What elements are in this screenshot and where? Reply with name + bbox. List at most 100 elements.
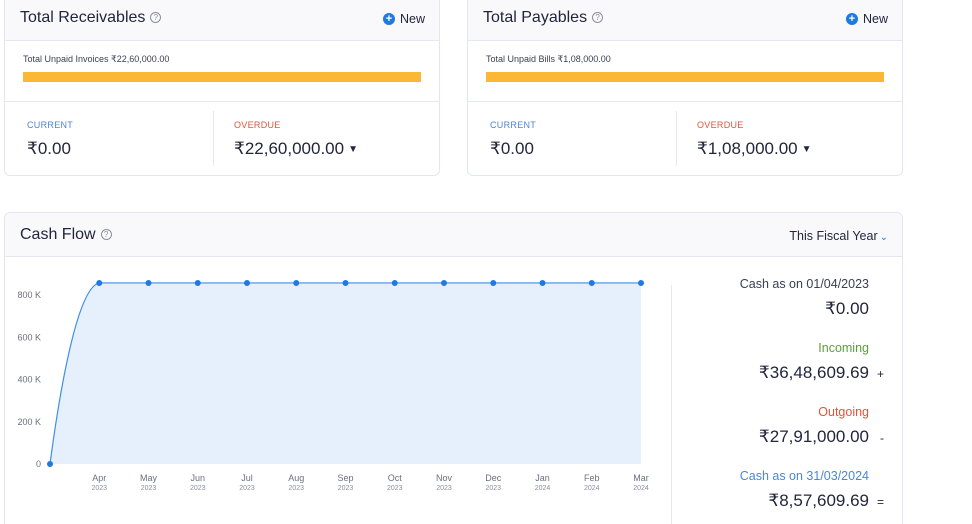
cashflow-card: Cash Flow? This Fiscal Year ⌄ 0 200 K 400 K…	[4, 212, 903, 524]
divider	[5, 101, 439, 102]
help-icon[interactable]: ?	[100, 229, 112, 240]
data-point[interactable]	[490, 279, 497, 286]
payables-title: Total Payables	[483, 9, 588, 26]
x-tick-label: Feb	[584, 473, 600, 483]
caret-down-icon[interactable]: ▼	[348, 144, 358, 155]
chevron-down-icon[interactable]: ⌄	[880, 232, 888, 243]
help-icon[interactable]: ?	[592, 12, 604, 23]
x-tick-year: 2023	[91, 485, 107, 492]
receivables-progress-fill	[23, 72, 421, 82]
data-point[interactable]	[293, 279, 300, 286]
x-tick-label: May	[140, 473, 158, 483]
incoming-label: Incoming	[818, 341, 869, 355]
new-bill-button[interactable]: + New	[845, 12, 888, 26]
opening-balance-value: ₹0.00	[825, 299, 869, 318]
x-tick-year: 2023	[141, 485, 157, 492]
outgoing-label: Outgoing	[818, 405, 869, 419]
closing-balance-label: Cash as on 31/03/2024	[739, 469, 869, 483]
divider	[468, 101, 902, 102]
caret-down-icon[interactable]: ▼	[802, 144, 812, 155]
new-bill-label: New	[862, 12, 888, 26]
minus-sign: -	[880, 431, 884, 445]
cashflow-area	[50, 282, 641, 464]
y-tick-label: 0	[36, 459, 41, 469]
x-tick-year: 2024	[535, 485, 551, 492]
payables-overdue-value[interactable]: ₹1,08,000.00 ▼	[697, 139, 812, 159]
payables-overdue-label: OVERDUE	[697, 120, 744, 130]
data-point[interactable]	[441, 279, 447, 286]
equals-sign: =	[876, 495, 884, 509]
receivables-overdue-label: OVERDUE	[234, 120, 281, 130]
cashflow-title: Cash Flow	[20, 226, 96, 243]
receivables-overdue-value[interactable]: ₹22,60,000.00 ▼	[234, 139, 358, 159]
receivables-title-wrap: Total Receivables?	[20, 9, 162, 27]
receivables-title: Total Receivables	[20, 9, 146, 26]
x-axis: Apr 2023 May 2023 Jun 2023 Jul 2023 Aug 2023 Sep 20…	[91, 473, 648, 492]
receivables-current-label: CURRENT	[27, 120, 74, 130]
x-tick-label: Jul	[241, 473, 253, 483]
payables-progress-fill	[486, 72, 884, 82]
receivables-header: Total Receivables? + New	[5, 0, 439, 41]
period-dropdown-label[interactable]: This Fiscal Year	[789, 229, 877, 243]
y-tick-label: 600 K	[17, 332, 41, 342]
data-point[interactable]	[391, 279, 398, 286]
x-tick-label: Sep	[337, 473, 353, 483]
outgoing-value: ₹27,91,000.00	[758, 427, 869, 446]
closing-balance-value: ₹8,57,609.69	[768, 491, 869, 510]
x-tick-label: Mar	[633, 473, 649, 483]
data-point[interactable]	[342, 279, 349, 286]
x-tick-label: Jun	[190, 473, 205, 483]
y-tick-label: 800 K	[17, 290, 41, 300]
unpaid-invoices-label: Total Unpaid Invoices ₹22,60,000.00	[23, 54, 170, 64]
divider	[671, 285, 672, 524]
y-axis: 0 200 K 400 K 600 K 800 K	[17, 290, 41, 469]
cashflow-chart: 0 200 K 400 K 600 K 800 K Apr 2023 May 2023 Jun 2…	[17, 279, 649, 492]
x-tick-year: 2024	[633, 485, 649, 492]
cashflow-title-wrap: Cash Flow?	[20, 226, 112, 244]
receivables-card: Total Receivables? + New Total Unpaid In…	[4, 0, 440, 176]
data-point[interactable]	[638, 279, 644, 286]
help-icon[interactable]: ?	[150, 12, 162, 23]
plus-circle-icon: +	[382, 13, 395, 25]
plus-circle-icon: +	[845, 13, 858, 25]
payables-card: Total Payables? + New Total Unpaid Bills…	[467, 0, 903, 176]
receivables-current-value[interactable]: ₹0.00	[27, 139, 71, 159]
data-point[interactable]	[194, 279, 201, 286]
x-tick-year: 2023	[190, 485, 206, 492]
opening-balance-label: Cash as on 01/04/2023	[739, 277, 869, 291]
new-invoice-button[interactable]: + New	[382, 12, 425, 26]
payables-overdue-amount[interactable]: ₹1,08,000.00	[697, 139, 798, 158]
data-point[interactable]	[96, 279, 103, 286]
x-tick-label: Dec	[485, 473, 502, 483]
payables-current-value[interactable]: ₹0.00	[490, 139, 534, 159]
data-point[interactable]	[47, 461, 53, 467]
data-point[interactable]	[588, 279, 595, 286]
x-tick-year: 2023	[288, 485, 304, 492]
data-point[interactable]	[539, 279, 546, 286]
receivables-progress-bar	[23, 72, 421, 82]
data-point[interactable]	[244, 279, 250, 286]
x-tick-label: Oct	[388, 473, 403, 483]
x-tick-year: 2023	[239, 485, 255, 492]
payables-title-wrap: Total Payables?	[483, 9, 604, 27]
data-point[interactable]	[145, 279, 152, 286]
divider	[213, 111, 214, 166]
plus-sign: +	[876, 367, 884, 381]
x-tick-label: Apr	[92, 473, 106, 483]
divider	[676, 111, 677, 166]
x-tick-year: 2023	[338, 485, 354, 492]
payables-progress-bar	[486, 72, 884, 82]
x-tick-label: Jan	[535, 473, 550, 483]
x-tick-year: 2023	[485, 485, 501, 492]
incoming-value: ₹36,48,609.69	[758, 363, 869, 382]
payables-header: Total Payables? + New	[468, 0, 902, 41]
x-tick-label: Nov	[436, 473, 453, 483]
new-invoice-label: New	[399, 12, 425, 26]
x-tick-year: 2023	[436, 485, 452, 492]
x-tick-year: 2024	[584, 485, 600, 492]
cashflow-header: Cash Flow? This Fiscal Year ⌄	[5, 213, 902, 257]
y-tick-label: 200 K	[17, 417, 41, 427]
period-dropdown[interactable]: This Fiscal Year ⌄	[789, 229, 888, 243]
receivables-overdue-amount[interactable]: ₹22,60,000.00	[234, 139, 344, 158]
unpaid-bills-label: Total Unpaid Bills ₹1,08,000.00	[486, 54, 611, 64]
